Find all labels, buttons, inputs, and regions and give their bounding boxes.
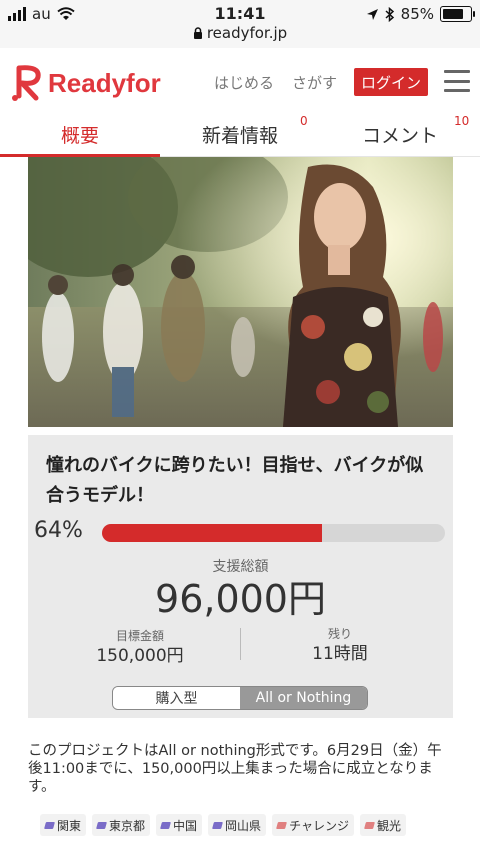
tag-icon [212,821,223,829]
hero-photo [28,157,453,427]
battery-icon [440,6,475,22]
tag-icon [96,821,107,829]
tag-label: 関東 [57,818,82,833]
tag-label: 岡山県 [225,818,262,833]
tab-overview-label: 概要 [60,124,99,147]
project-title: 憧れのバイクに跨りたい！目指せ、バイクが似合うモデル！ [46,455,424,506]
readyfor-logo-icon [12,65,41,101]
news-count-badge: 0 [300,114,308,128]
type-option-purchase[interactable]: 購入型 [113,687,240,709]
tag-label: チャレンジ [289,818,349,833]
tag-tokyo[interactable]: 東京都 [92,814,151,836]
tab-news[interactable]: 新着情報 [160,112,320,156]
project-description: このプロジェクトはAll or nothing形式です。6月29日（金）午後11… [28,743,442,795]
tag-label: 観光 [376,818,401,833]
project-type-toggle: 購入型 All or Nothing [112,686,368,710]
stats-divider [240,628,241,660]
progress-bar [102,524,445,542]
tag-icon [364,821,375,829]
tab-news-label: 新着情報 [201,124,278,147]
progress-percent: 64% [34,518,83,543]
tab-comments-label: コメント [361,124,438,147]
tag-icon [276,821,288,829]
tag-chugoku[interactable]: 中国 [156,814,203,836]
url-text: readyfor.jp [206,24,288,42]
tag-label: 中国 [173,818,198,833]
location-icon [366,8,378,20]
tag-icon [160,821,171,829]
remaining-time: 11時間 [312,644,368,664]
tag-list: 関東 東京都 中国 岡山県 チャレンジ 観光 [40,814,406,836]
tag-icon [44,821,55,829]
comments-count-badge: 10 [454,114,470,128]
goal-amount: 150,000円 [96,646,184,666]
status-bar: au 11:41 readyfor.jp 85% [0,0,480,48]
url-bar[interactable]: readyfor.jp [0,24,480,42]
tab-overview[interactable]: 概要 [0,112,160,156]
login-button[interactable]: ログイン [354,68,428,96]
menu-icon[interactable] [444,70,470,92]
project-hero-image [28,157,453,427]
tag-label: 東京都 [109,818,146,833]
bluetooth-icon [385,6,394,22]
site-logo[interactable]: Readyfor [10,64,161,102]
nav-start-link[interactable]: はじめる [214,72,274,93]
tag-tourism[interactable]: 観光 [359,814,406,836]
tag-kanto[interactable]: 関東 [40,814,87,836]
logo-wordmark: Readyfor [48,67,161,98]
project-tabs: 概要 新着情報 0 コメント 10 [0,112,480,157]
lock-icon [193,27,202,39]
battery-percent: 85% [400,5,434,23]
site-header: Readyfor はじめる さがす ログイン [0,52,480,112]
support-total-amount: 96,000円 [155,577,326,621]
tag-challenge[interactable]: チャレンジ [272,814,354,836]
progress-bar-fill [102,524,322,542]
tag-okayama[interactable]: 岡山県 [208,814,267,836]
type-option-all-or-nothing[interactable]: All or Nothing [240,687,367,709]
nav-search-link[interactable]: さがす [292,72,337,93]
status-right: 85% [366,5,475,23]
